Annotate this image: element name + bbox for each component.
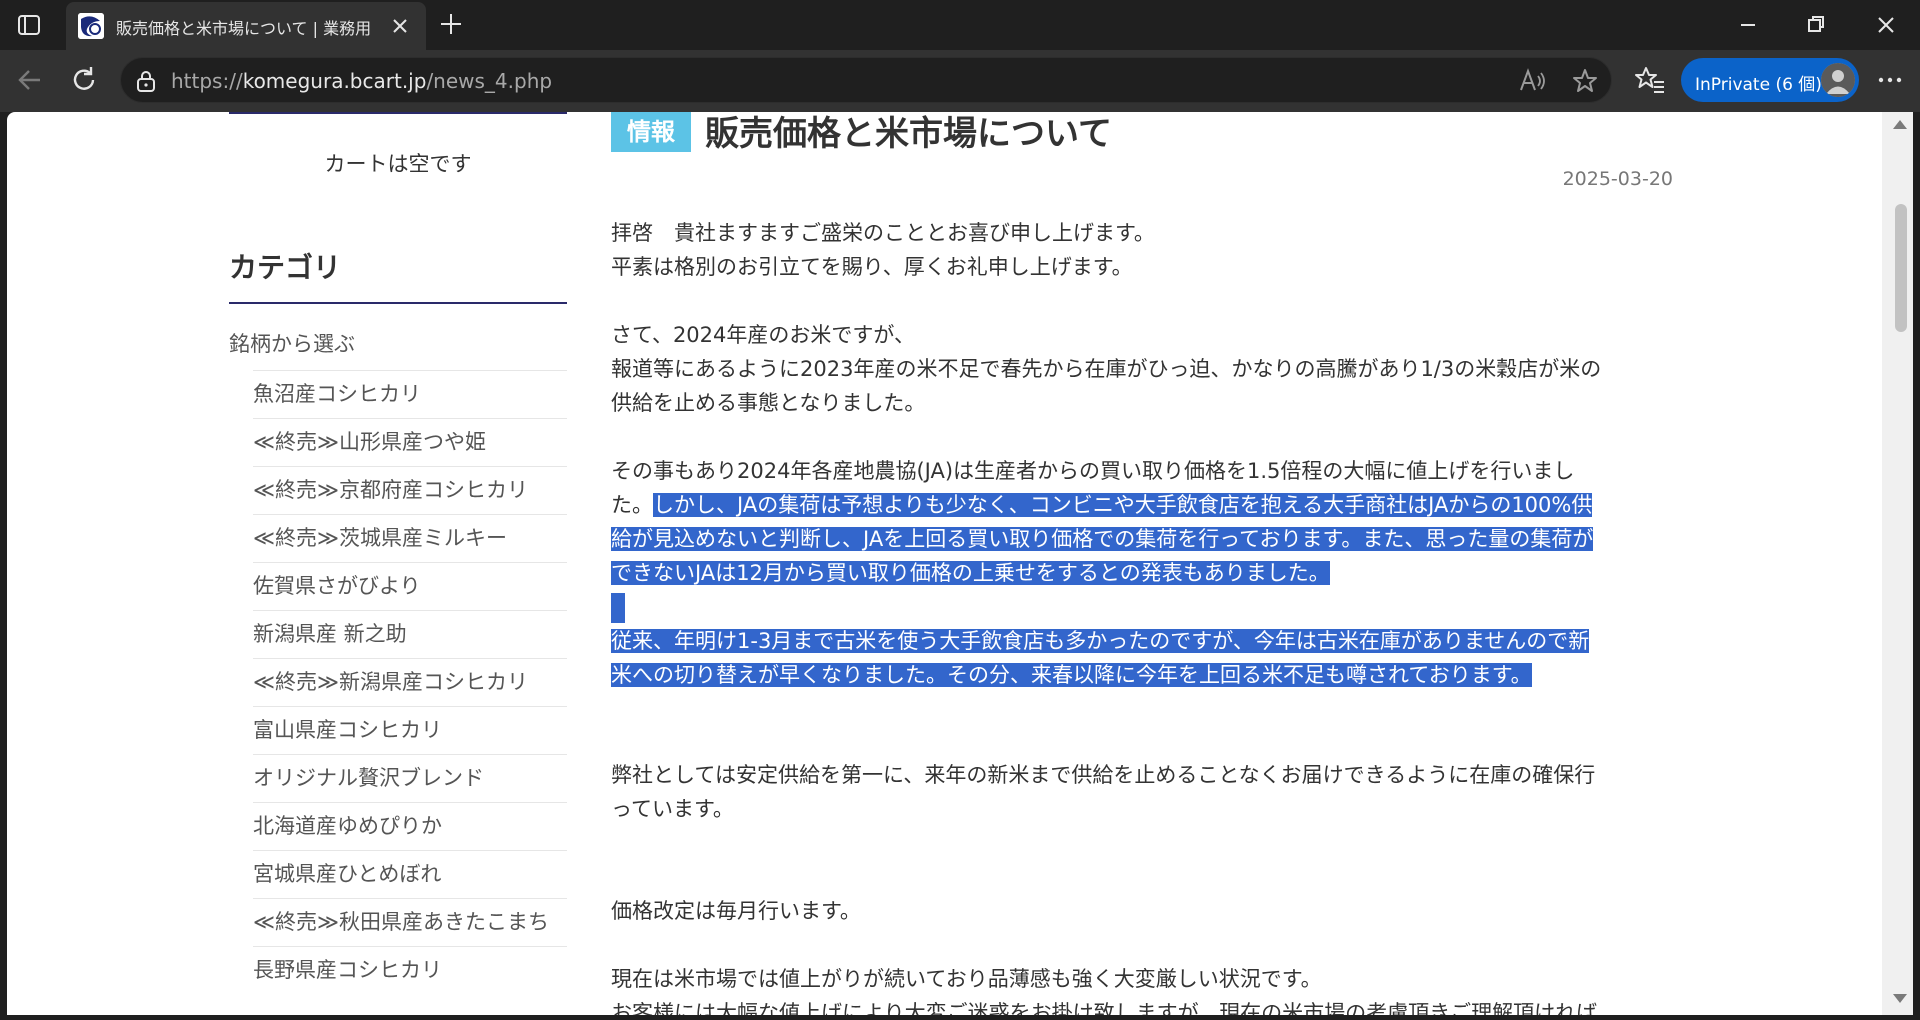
back-icon[interactable] [14,64,46,96]
close-window-icon[interactable] [1871,10,1901,40]
text-line: さて、2024年産のお米ですが、 [611,323,915,347]
site-favicon-icon [78,13,104,39]
text-line: た。しかし、JAの集荷は予想よりも少なく、コンビニや大手飲食店を抱える大手商社は… [611,488,1673,522]
scrollbar-thumb[interactable] [1895,204,1907,332]
new-tab-icon[interactable] [438,11,464,37]
refresh-icon[interactable] [68,64,100,96]
selected-text: できないJAは12月から買い取り価格の上乗せをするとの発表もありました。 [611,561,1330,585]
text-line: 供給を止める事態となりました。 [611,391,926,415]
category-item[interactable]: ≪終売≫秋田県産あきたこまち [253,898,567,946]
paragraph-revision: 価格改定は毎月行います。 [611,894,1673,928]
address-bar[interactable]: https://komegura.bcart.jp/news_4.php [120,57,1612,103]
inprivate-button[interactable]: InPrivate (6 個) [1681,58,1859,102]
category-item[interactable]: 宮城県産ひとめぼれ [253,850,567,898]
text-line: 従来、年明け1-3月まで古米を使う大手飲食店も多かったのですが、今年は古米在庫が… [611,624,1673,658]
category-item[interactable]: 富山県産コシヒカリ [253,706,567,754]
minimize-icon[interactable] [1733,10,1763,40]
text-line: 報道等にあるように2023年産の米不足で春先から在庫がひっ迫、かなりの高騰があり… [611,357,1602,381]
paragraph-ja-pricing: その事もあり2024年各産地農協(JA)は生産者からの買い取り価格を1.5倍程の… [611,454,1673,692]
text-line: っています。 [611,797,734,821]
category-group-label[interactable]: 銘柄から選ぶ [229,328,355,358]
page-viewport: カートは空です カテゴリ 銘柄から選ぶ 魚沼産コシヒカリ ≪終売≫山形県産つや姫… [7,112,1882,1015]
text-line: その事もあり2024年各産地農協(JA)は生産者からの買い取り価格を1.5倍程の… [611,459,1575,483]
paragraph-greeting: 拝啓 貴社ますますご盛栄のこととお喜び申し上げます。 平素は格別のお引立てを賜り… [611,216,1673,284]
category-heading: カテゴリ [229,251,342,284]
page-scrollbar[interactable] [1882,112,1913,1015]
selected-text: 従来、年明け1-3月まで古米を使う大手飲食店も多かったのですが、今年は古米在庫が… [611,629,1590,653]
text-line: 現在は米市場では値上がりが続いており品薄感も強く大変厳しい状況です。 [611,967,1322,991]
site-info-lock-icon[interactable] [135,69,157,93]
text-line: 価格改定は毎月行います。 [611,899,861,923]
more-menu-icon[interactable] [1874,64,1906,96]
favorite-star-icon[interactable] [1572,68,1598,94]
category-item[interactable]: ≪終売≫新潟県産コシヒカリ [253,658,567,706]
profile-avatar[interactable] [1821,63,1855,97]
category-item[interactable]: 新潟県産 新之助 [253,610,567,658]
tab-strip: 販売価格と米市場について | 業務用 [0,0,1920,50]
article-headline: 販売価格と米市場について [705,114,1112,154]
category-item[interactable]: 佐賀県さがびより [253,562,567,610]
sidebar-top-rule [229,112,567,114]
category-item[interactable]: ≪終売≫山形県産つや姫 [253,418,567,466]
text-line: できないJAは12月から買い取り価格の上乗せをするとの発表もありました。 [611,556,1673,590]
blank-line [611,590,1673,624]
navigation-bar: https://komegura.bcart.jp/news_4.php InP… [0,50,1920,112]
category-item[interactable]: ≪終売≫京都府産コシヒカリ [253,466,567,514]
selected-text: 給が見込めないと判断し、JAを上回る買い取り価格での集荷を行っております。また、… [611,527,1594,551]
active-tab[interactable]: 販売価格と米市場について | 業務用 [66,2,426,50]
category-item[interactable]: 長野県産コシヒカリ [253,946,567,994]
text-line: 米への切り替えが早くなりました。その分、来春以降に今年を上回る米不足も噂されてお… [611,658,1673,692]
sidebar: カートは空です カテゴリ 銘柄から選ぶ 魚沼産コシヒカリ ≪終売≫山形県産つや姫… [229,112,573,1015]
text-line: 給が見込めないと判断し、JAを上回る買い取り価格での集荷を行っております。また、… [611,522,1673,556]
inprivate-label: InPrivate (6 個) [1695,75,1822,95]
text-line: 弊社としては安定供給を第一に、来年の新米まで供給を止めることなくお届けできるよう… [611,763,1596,787]
read-aloud-icon[interactable] [1519,68,1547,94]
restore-icon[interactable] [1801,10,1831,40]
text-line: お客様には大幅な値上げにより大変ご迷惑をお掛け致しますが、現在の米市場の考慮頂き… [611,1001,1598,1015]
text-fragment: た。 [611,493,653,517]
category-item[interactable]: 北海道産ゆめぴりか [253,802,567,850]
tab-actions-icon[interactable] [16,12,42,38]
close-tab-icon[interactable] [390,16,410,36]
selected-blank [611,593,625,623]
paragraph-background: さて、2024年産のお米ですが、 報道等にあるように2023年産の米不足で春先か… [611,318,1673,420]
tab-title: 販売価格と米市場について | 業務用 [116,19,372,38]
cart-status: カートは空です [324,152,472,176]
text-line: 平素は格別のお引立てを賜り、厚くお礼申し上げます。 [611,255,1133,279]
category-list: 魚沼産コシヒカリ ≪終売≫山形県産つや姫 ≪終売≫京都府産コシヒカリ ≪終売≫茨… [253,370,567,994]
scroll-down-arrow-icon[interactable] [1893,994,1907,1003]
paragraph-stock: 弊社としては安定供給を第一に、来年の新米まで供給を止めることなくお届けできるよう… [611,758,1673,826]
news-article: 情報 販売価格と米市場について 2025-03-20 拝啓 貴社ますますご盛栄の… [611,112,1673,1015]
favorites-icon[interactable] [1634,64,1666,96]
category-item[interactable]: ≪終売≫茨城県産ミルキー [253,514,567,562]
category-item[interactable]: 魚沼産コシヒカリ [253,370,567,418]
paragraph-market: 現在は米市場では値上がりが続いており品薄感も強く大変厳しい状況です。 お客様には… [611,962,1673,1015]
selected-text: 米への切り替えが早くなりました。その分、来春以降に今年を上回る米不足も噂されてお… [611,663,1532,687]
category-item[interactable]: オリジナル贅沢ブレンド [253,754,567,802]
selected-text: しかし、JAの集荷は予想よりも少なく、コンビニや大手飲食店を抱える大手商社はJA… [653,493,1593,517]
scroll-up-arrow-icon[interactable] [1893,120,1907,129]
info-badge: 情報 [611,112,691,152]
category-rule [229,302,567,304]
url-text: https://komegura.bcart.jp/news_4.php [171,69,553,93]
text-line: 拝啓 貴社ますますご盛栄のこととお喜び申し上げます。 [611,221,1155,245]
article-date: 2025-03-20 [1562,168,1673,190]
